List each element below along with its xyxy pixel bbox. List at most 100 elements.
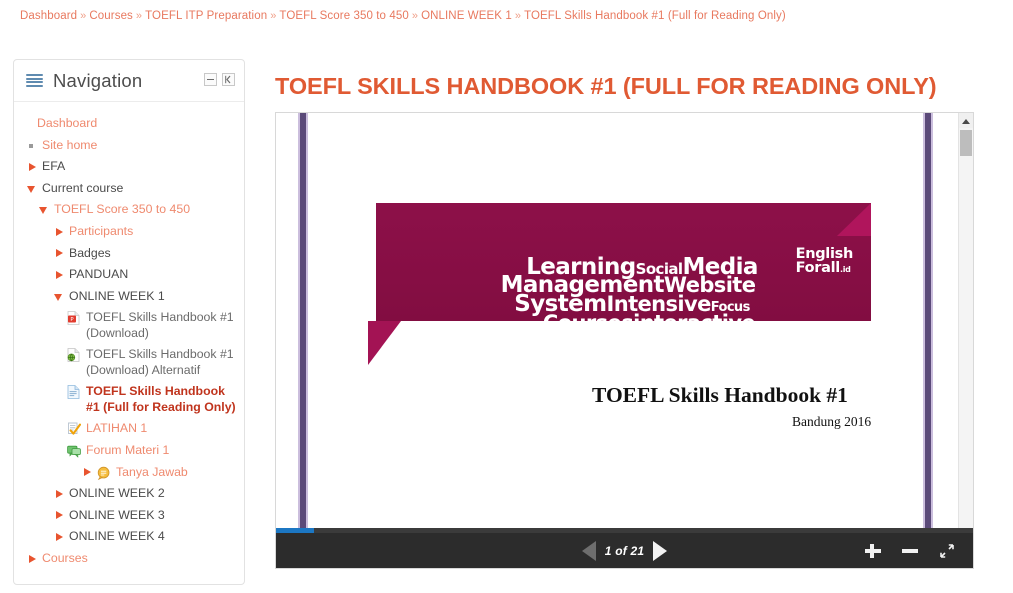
ribbon-fold-bottom-left — [368, 321, 401, 365]
forum-icon — [67, 443, 81, 458]
sidebar-item-online-week-4[interactable]: ONLINE WEEK 4 — [14, 526, 244, 548]
quiz-check-icon — [67, 421, 81, 436]
sidebar-item-tanya-jawab[interactable]: Tanya Jawab — [14, 462, 244, 484]
previous-page-arrow-icon[interactable] — [581, 540, 596, 561]
sidebar-item-label: Dashboard — [37, 116, 98, 131]
breadcrumb-item[interactable]: Courses — [89, 10, 133, 22]
chevron-right-icon[interactable] — [54, 246, 65, 261]
sidebar-item-label: TOEFL Skills Handbook #1 (Download) — [86, 310, 234, 340]
banner-word-cloud: LearningSocialMedia ManagementWebsite Sy… — [446, 256, 816, 334]
breadcrumb-item[interactable]: TOEFL Score 350 to 450 — [279, 10, 408, 22]
document-subheading: Bandung 2016 — [792, 414, 872, 429]
breadcrumb-item[interactable]: Dashboard — [20, 10, 77, 22]
sidebar-item-latihan-1[interactable]: LATIHAN 1 — [14, 418, 244, 440]
bullet-icon — [27, 138, 38, 153]
navigation-tree: Dashboard Site home EFA Current course TOEFL… — [14, 102, 244, 584]
sidebar-item-courses[interactable]: Courses — [14, 548, 244, 570]
drag-handle-icon[interactable] — [26, 74, 43, 87]
zoom-out-minus-icon[interactable] — [901, 542, 919, 560]
sidebar-item-panduan[interactable]: PANDUAN — [14, 264, 244, 286]
chevron-right-icon[interactable] — [54, 529, 65, 544]
chevron-right-icon[interactable] — [82, 465, 93, 480]
discussion-icon — [97, 465, 111, 480]
logo-line-2: Forall — [795, 260, 841, 276]
sidebar-item-label: ONLINE WEEK 2 — [69, 486, 165, 501]
sidebar-item-site-home[interactable]: Site home — [14, 135, 244, 157]
sidebar-item-current-course[interactable]: Current course — [14, 178, 244, 200]
breadcrumb-separator: » — [80, 10, 87, 22]
document-page: LearningSocialMedia ManagementWebsite Sy… — [276, 113, 959, 528]
sidebar-item-participants[interactable]: Participants — [14, 221, 244, 243]
breadcrumb-item[interactable]: ONLINE WEEK 1 — [421, 10, 512, 22]
viewer-toolbar: 1 of 21 — [276, 533, 973, 568]
navigation-title: Navigation — [53, 69, 143, 91]
sidebar-item-badges[interactable]: Badges — [14, 243, 244, 265]
chevron-right-icon[interactable] — [27, 551, 38, 566]
sidebar-item-label: Participants — [69, 224, 134, 239]
breadcrumb-item: TOEFL Skills Handbook #1 (Full for Readi… — [524, 10, 786, 22]
vertical-scrollbar[interactable] — [958, 113, 973, 528]
sidebar-item-toefl-score-350-to-450[interactable]: TOEFL Score 350 to 450 — [14, 199, 244, 221]
sidebar-item-label: LATIHAN 1 — [86, 421, 148, 436]
breadcrumb: Dashboard» Courses» TOEFL ITP Preparation»… — [20, 10, 786, 22]
sidebar-item-label: TOEFL Skills Handbook #1 (Full for Readi… — [86, 384, 236, 414]
sidebar-item-label: Site home — [42, 137, 98, 152]
sidebar-item-label: Forum Materi 1 — [86, 443, 170, 458]
chevron-right-icon[interactable] — [27, 159, 38, 174]
decorative-accent-line-right — [923, 113, 933, 528]
fullscreen-expand-icon[interactable] — [938, 542, 956, 560]
breadcrumb-item[interactable]: TOEFL ITP Preparation — [145, 10, 267, 22]
breadcrumb-separator: » — [270, 10, 277, 22]
next-page-arrow-icon[interactable] — [653, 540, 668, 561]
url-link-icon — [67, 347, 81, 363]
chevron-down-icon[interactable] — [39, 202, 50, 217]
logo-suffix: .id — [839, 265, 851, 274]
sidebar-item-toefl-skills-handbook-1-download[interactable]: P TOEFL Skills Handbook #1 (Download) — [14, 307, 244, 344]
zoom-in-plus-icon[interactable] — [864, 542, 882, 560]
document-banner: LearningSocialMedia ManagementWebsite Sy… — [368, 171, 871, 366]
banner-ribbon: LearningSocialMedia ManagementWebsite Sy… — [376, 203, 871, 334]
dock-left-icon[interactable] — [222, 73, 235, 86]
sidebar-item-label: EFA — [42, 159, 66, 174]
chevron-right-icon[interactable] — [54, 267, 65, 282]
sidebar-item-dashboard[interactable]: Dashboard — [14, 113, 244, 135]
sidebar-item-online-week-2[interactable]: ONLINE WEEK 2 — [14, 483, 244, 505]
pdf-file-icon: P — [67, 310, 81, 326]
minus-icon[interactable] — [204, 73, 217, 86]
sidebar-item-online-week-3[interactable]: ONLINE WEEK 3 — [14, 505, 244, 527]
sidebar-item-label: Current course — [42, 180, 124, 195]
document-viewer: LearningSocialMedia ManagementWebsite Sy… — [275, 112, 974, 569]
navigation-header: Navigation — [14, 60, 244, 102]
breadcrumb-separator: » — [514, 10, 522, 22]
sidebar-item-label: TOEFL Score 350 to 450 — [54, 202, 191, 217]
sidebar-item-label: Tanya Jawab — [116, 464, 188, 479]
sidebar-item-label: ONLINE WEEK 3 — [69, 507, 165, 522]
breadcrumb-separator: » — [411, 10, 419, 22]
sidebar-item-toefl-skills-handbook-1-full-for-reading-only[interactable]: TOEFL Skills Handbook #1 (Full for Readi… — [14, 381, 244, 418]
sidebar-item-forum-materi-1[interactable]: Forum Materi 1 — [14, 440, 244, 462]
word-cloud-term: interactive — [633, 311, 756, 335]
ribbon-fold-top-right — [837, 203, 871, 236]
scrollbar-thumb[interactable] — [960, 130, 972, 156]
page-indicator: 1 of 21 — [604, 543, 645, 558]
sidebar-item-online-week-1[interactable]: ONLINE WEEK 1 — [14, 286, 244, 308]
chevron-down-icon[interactable] — [27, 181, 38, 196]
page-resource-icon — [67, 384, 81, 400]
chevron-right-icon[interactable] — [54, 508, 65, 523]
breadcrumb-separator: » — [135, 10, 143, 22]
chevron-right-icon[interactable] — [54, 486, 65, 501]
english-forall-logo: English Forall.id — [795, 246, 854, 277]
sidebar-item-efa[interactable]: EFA — [14, 156, 244, 178]
decorative-accent-line-left — [298, 113, 308, 528]
chevron-right-icon[interactable] — [54, 224, 65, 239]
navigation-block: Navigation Dashboard Site home EFA Current … — [13, 59, 245, 585]
sidebar-item-toefl-skills-handbook-1-download-alternatif[interactable]: TOEFL Skills Handbook #1 (Download) Alte… — [14, 344, 244, 381]
sidebar-item-label: Badges — [69, 245, 111, 260]
chevron-down-icon[interactable] — [54, 289, 65, 304]
sidebar-item-label: Courses — [42, 551, 88, 565]
logo-line-1: English — [795, 246, 854, 262]
scroll-up-arrow-icon[interactable] — [959, 113, 973, 128]
page-title: TOEFL SKILLS HANDBOOK #1 (FULL FOR READI… — [275, 73, 937, 99]
sidebar-item-label: PANDUAN — [69, 267, 129, 282]
